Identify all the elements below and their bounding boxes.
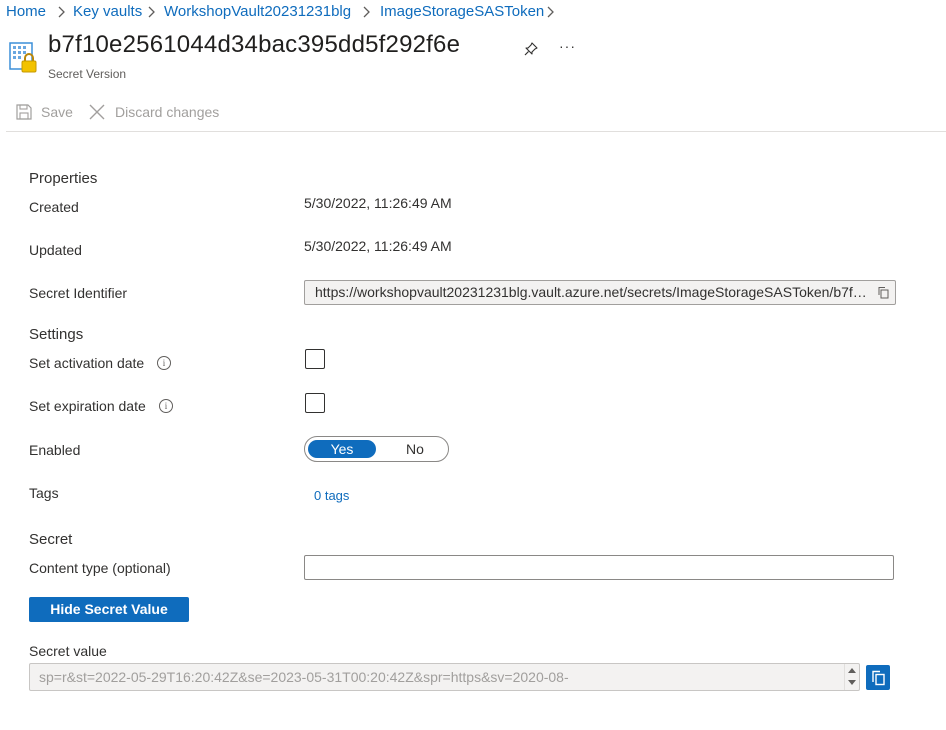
- properties-heading: Properties: [29, 170, 98, 187]
- secret-value-label: Secret value: [29, 643, 107, 659]
- save-button[interactable]: Save: [41, 104, 73, 120]
- settings-heading: Settings: [29, 326, 84, 343]
- activation-date-label: Set activation date: [29, 355, 145, 371]
- more-icon[interactable]: ···: [559, 38, 576, 54]
- hide-secret-value-button[interactable]: Hide Secret Value: [29, 597, 189, 622]
- expiration-date-checkbox[interactable]: [305, 393, 325, 413]
- info-icon[interactable]: i: [159, 399, 173, 413]
- enabled-toggle[interactable]: Yes No: [304, 436, 449, 462]
- page-subtitle: Secret Version: [48, 67, 127, 81]
- info-icon[interactable]: i: [157, 356, 171, 370]
- created-label: Created: [29, 199, 79, 215]
- created-value: 5/30/2022, 11:26:49 AM: [304, 195, 452, 211]
- scroll-down-icon[interactable]: [848, 680, 856, 686]
- activation-date-checkbox[interactable]: [305, 349, 325, 369]
- copy-secret-button[interactable]: [866, 665, 890, 690]
- copy-icon: [872, 670, 885, 686]
- updated-value: 5/30/2022, 11:26:49 AM: [304, 238, 452, 254]
- secret-identifier-field[interactable]: https://workshopvault20231231blg.vault.a…: [304, 280, 896, 305]
- save-icon[interactable]: [15, 103, 33, 121]
- toolbar-divider: [6, 131, 946, 132]
- chevron-right-icon: [58, 6, 65, 18]
- secret-heading: Secret: [29, 531, 73, 548]
- discard-changes-button[interactable]: Discard changes: [115, 104, 219, 120]
- tags-label: Tags: [29, 485, 59, 501]
- breadcrumb-home[interactable]: Home: [6, 3, 46, 20]
- chevron-right-icon: [148, 6, 155, 18]
- scroll-up-icon[interactable]: [848, 667, 856, 673]
- close-icon[interactable]: [88, 103, 106, 121]
- key-vault-secret-icon: [9, 42, 37, 73]
- chevron-right-icon: [547, 6, 554, 18]
- copy-icon[interactable]: [877, 286, 890, 299]
- chevron-right-icon: [363, 6, 370, 18]
- secret-identifier-value: https://workshopvault20231231blg.vault.a…: [315, 284, 870, 300]
- updated-label: Updated: [29, 242, 82, 258]
- breadcrumb-key-vaults[interactable]: Key vaults: [73, 3, 142, 20]
- enabled-label: Enabled: [29, 442, 81, 458]
- secret-value-field[interactable]: sp=r&st=2022-05-29T16:20:42Z&se=2023-05-…: [29, 663, 860, 691]
- content-type-input[interactable]: [304, 555, 894, 580]
- breadcrumb-vault[interactable]: WorkshopVault20231231blg: [164, 3, 351, 20]
- enabled-yes-option[interactable]: Yes: [308, 440, 376, 458]
- content-type-label: Content type (optional): [29, 560, 171, 576]
- secret-value-scrollbar[interactable]: [844, 664, 859, 690]
- tags-link[interactable]: 0 tags: [314, 488, 349, 503]
- secret-value-text: sp=r&st=2022-05-29T16:20:42Z&se=2023-05-…: [39, 669, 569, 685]
- enabled-no-option[interactable]: No: [385, 440, 445, 458]
- expiration-date-label: Set expiration date: [29, 398, 146, 414]
- pin-icon[interactable]: [523, 41, 539, 57]
- page-title: b7f10e2561044d34bac395dd5f292f6e: [48, 31, 461, 58]
- breadcrumb-secret[interactable]: ImageStorageSASToken: [380, 3, 544, 20]
- secret-identifier-label: Secret Identifier: [29, 285, 128, 301]
